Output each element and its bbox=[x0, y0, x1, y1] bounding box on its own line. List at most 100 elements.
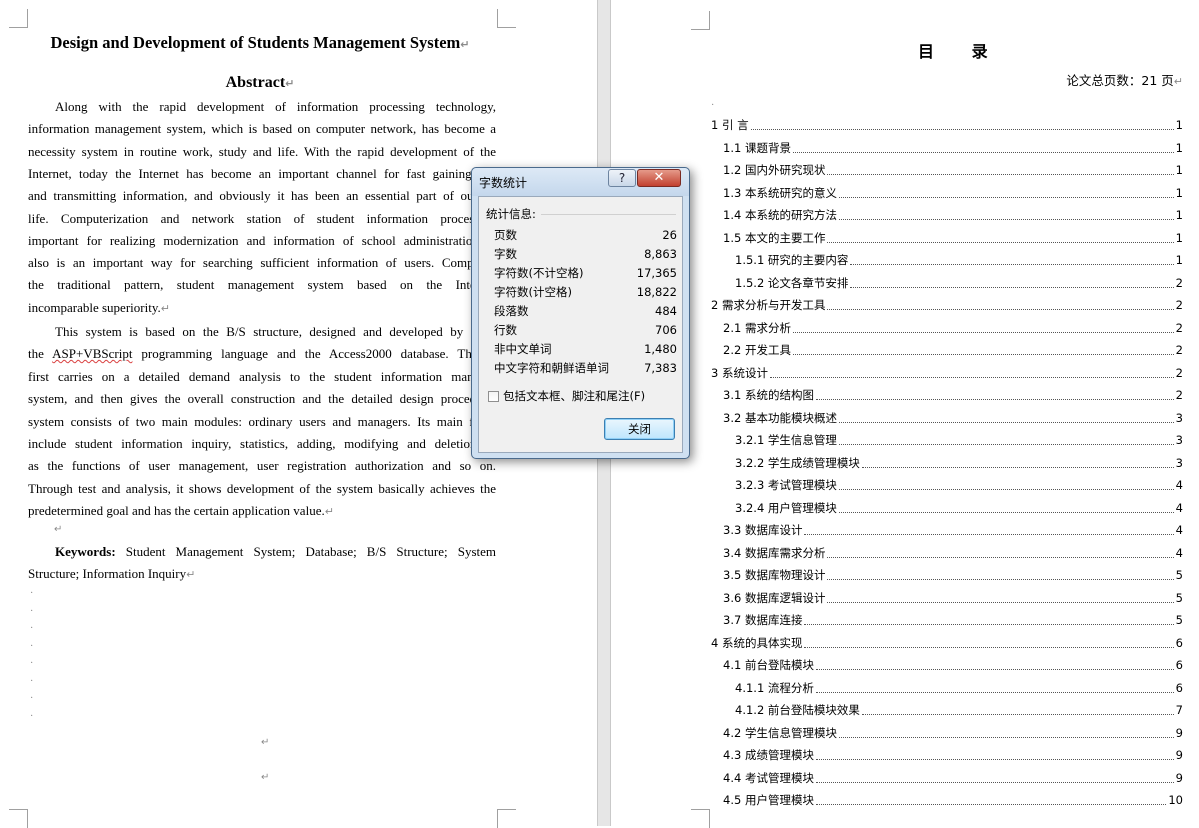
toc-entry-page: 3 bbox=[1175, 433, 1183, 447]
statistics-group-label: 统计信息: bbox=[486, 207, 536, 221]
question-icon: ? bbox=[618, 171, 626, 185]
paragraph-mark: ↵ bbox=[261, 772, 270, 783]
dialog-titlebar[interactable]: 字数统计 ? ✕ bbox=[472, 168, 689, 196]
toc-entry[interactable]: 3.2.2 学生成绩管理模块 3 bbox=[735, 454, 1183, 472]
toc-entry-page: 7 bbox=[1175, 703, 1183, 717]
toc-leader-dots bbox=[838, 736, 1174, 738]
toc-entry[interactable]: 4.1.2 前台登陆模块效果 7 bbox=[735, 701, 1183, 719]
help-button[interactable]: ? bbox=[608, 169, 636, 187]
dialog-title: 字数统计 bbox=[479, 176, 528, 190]
toc-leader-dots bbox=[792, 331, 1174, 333]
toc-entry[interactable]: 3.4 数据库需求分析 4 bbox=[723, 544, 1183, 562]
abstract-line: incomparable superiority.↵ bbox=[28, 299, 170, 315]
toc-entry[interactable]: 3.2.4 用户管理模块 4 bbox=[735, 499, 1183, 517]
toc-entry-page: 1 bbox=[1175, 230, 1183, 245]
toc-entry[interactable]: 4 系统的具体实现 6 bbox=[711, 634, 1183, 652]
word-count-dialog[interactable]: 字数统计 ? ✕ 统计信息: 页数 26 字数 8,863 字符数(不计空格) 17,36… bbox=[471, 167, 690, 459]
toc-entry[interactable]: 4.1 前台登陆模块 6 bbox=[723, 656, 1183, 674]
toc-entry[interactable]: 2.1 需求分析 2 bbox=[723, 319, 1183, 337]
toc-entry[interactable]: 1.2 国内外研究现状 1 bbox=[723, 161, 1183, 179]
toc-entry[interactable]: 2 需求分析与开发工具 2 bbox=[711, 296, 1183, 314]
toc-entry-page: 2 bbox=[1175, 275, 1183, 290]
toc-leader-dots bbox=[827, 174, 1174, 175]
stat-value: 17,365 bbox=[636, 266, 677, 280]
toc-entry[interactable]: 1.1 课题背景 1 bbox=[723, 139, 1183, 157]
toc-entry-page: 1 bbox=[1175, 163, 1183, 177]
toc-leader-dots bbox=[838, 196, 1174, 198]
abstract-line: Through test and analysis, it shows deve… bbox=[28, 480, 496, 496]
toc-entry[interactable]: 3.2.3 考试管理模块 4 bbox=[735, 476, 1183, 494]
empty-paragraph-mark: · bbox=[30, 710, 34, 722]
empty-paragraph-mark: · bbox=[30, 693, 34, 704]
toc-entry-page: 1 bbox=[1175, 140, 1183, 155]
stat-label: 字符数(计空格) bbox=[494, 285, 572, 299]
toc-entry-label: 3.1 系统的结构图 bbox=[723, 388, 814, 402]
toc-entry[interactable]: 1.5 本文的主要工作 1 bbox=[723, 229, 1183, 247]
toc-entry[interactable]: 1.5.2 论文各章节安排 2 bbox=[735, 274, 1183, 292]
stat-value: 706 bbox=[655, 323, 677, 337]
toc-entry[interactable]: 1 引 言 1 bbox=[711, 116, 1183, 134]
empty-paragraph-mark: · bbox=[30, 658, 34, 669]
total-pages-note: 论文总页数：21 页↵ bbox=[1066, 73, 1183, 88]
toc-entry-page: 5 bbox=[1175, 613, 1183, 627]
toc-entry[interactable]: 3.6 数据库逻辑设计 5 bbox=[723, 589, 1183, 607]
toc-entry-label: 1.3 本系统研究的意义 bbox=[723, 185, 837, 200]
stat-row: 段落数 484 bbox=[494, 302, 677, 321]
toc-entry-page: 4 bbox=[1175, 545, 1183, 560]
toc-entry-page: 2 bbox=[1175, 388, 1183, 402]
toc-entry[interactable]: 1.4 本系统的研究方法 1 bbox=[723, 206, 1183, 224]
toc-leader-dots bbox=[838, 421, 1174, 423]
toc-entry[interactable]: 4.4 考试管理模块 9 bbox=[723, 769, 1183, 787]
toc-entry-page: 9 bbox=[1175, 748, 1183, 762]
toc-entry[interactable]: 4.3 成绩管理模块 9 bbox=[723, 746, 1183, 764]
toc-leader-dots bbox=[815, 759, 1174, 760]
keywords-label: Keywords: bbox=[55, 544, 116, 559]
toc-entry[interactable]: 3.2 基本功能模块概述 3 bbox=[723, 409, 1183, 427]
toc-entry-label: 3.3 数据库设计 bbox=[723, 523, 803, 537]
toc-entry[interactable]: 2.2 开发工具 2 bbox=[723, 341, 1183, 359]
abstract-line: also is an important way for searching s… bbox=[28, 255, 496, 271]
include-textboxes-label[interactable]: 包括文本框、脚注和尾注(F) bbox=[503, 388, 645, 404]
document-title: Design and Development of Students Manag… bbox=[50, 33, 470, 52]
toc-entry-page: 4 bbox=[1175, 523, 1183, 537]
toc-entry[interactable]: 1.3 本系统研究的意义 1 bbox=[723, 184, 1183, 202]
toc-entry-label: 1.1 课题背景 bbox=[723, 140, 791, 155]
toc-entry[interactable]: 4.2 学生信息管理模块 9 bbox=[723, 724, 1183, 742]
toc-entry[interactable]: 3.7 数据库连接 5 bbox=[723, 611, 1183, 629]
spellcheck-flag: ASP+VBScript bbox=[52, 346, 133, 361]
toc-entry-label: 2.2 开发工具 bbox=[723, 343, 791, 357]
toc-entry-page: 4 bbox=[1175, 478, 1183, 492]
toc-entry[interactable]: 3.1 系统的结构图 2 bbox=[723, 386, 1183, 404]
toc-entry-page: 4 bbox=[1175, 500, 1183, 515]
abstract-line: necessity system in routine work, study … bbox=[28, 143, 496, 159]
dialog-body: 统计信息: 页数 26 字数 8,863 字符数(不计空格) 17,365 字符数(计空格)… bbox=[478, 196, 683, 453]
abstract-line: include student information inquiry, sta… bbox=[28, 435, 496, 451]
crop-mark bbox=[9, 809, 28, 828]
toc-entry[interactable]: 1.5.1 研究的主要内容 1 bbox=[735, 251, 1183, 269]
crop-mark bbox=[497, 9, 516, 28]
empty-paragraph-mark: · bbox=[30, 588, 34, 599]
toc-leader-dots bbox=[792, 151, 1174, 153]
toc-entry-label: 3 系统设计 bbox=[711, 365, 768, 380]
close-button[interactable]: 关闭 bbox=[604, 418, 675, 440]
toc-entry[interactable]: 3 系统设计 2 bbox=[711, 364, 1183, 382]
toc-entry[interactable]: 4.1.1 流程分析 6 bbox=[735, 679, 1183, 697]
toc-entry-label: 1.4 本系统的研究方法 bbox=[723, 208, 837, 222]
toc-entry[interactable]: 3.5 数据库物理设计 5 bbox=[723, 566, 1183, 584]
toc-entry[interactable]: 3.2.1 学生信息管理 3 bbox=[735, 431, 1183, 449]
toc-entry-label: 3.2.2 学生成绩管理模块 bbox=[735, 455, 860, 470]
include-textboxes-checkbox[interactable] bbox=[488, 391, 499, 402]
toc-entry-page: 1 bbox=[1175, 185, 1183, 200]
abstract-heading: Abstract↵ bbox=[225, 74, 295, 91]
toc-entry-page: 2 bbox=[1175, 365, 1183, 380]
toc-leader-dots bbox=[750, 129, 1174, 130]
toc-entry-label: 4.1.2 前台登陆模块效果 bbox=[735, 703, 860, 717]
abstract-line: important for realizing modernization an… bbox=[28, 232, 496, 248]
toc-entry[interactable]: 4.5 用户管理模块 10 bbox=[723, 791, 1183, 809]
stat-row: 非中文单词 1,480 bbox=[494, 340, 677, 359]
toc-entry-label: 4.4 考试管理模块 bbox=[723, 770, 814, 785]
close-window-button[interactable]: ✕ bbox=[637, 169, 681, 187]
stat-row: 页数 26 bbox=[494, 226, 677, 245]
toc-entry-label: 3.2 基本功能模块概述 bbox=[723, 410, 837, 425]
toc-entry[interactable]: 3.3 数据库设计 4 bbox=[723, 521, 1183, 539]
